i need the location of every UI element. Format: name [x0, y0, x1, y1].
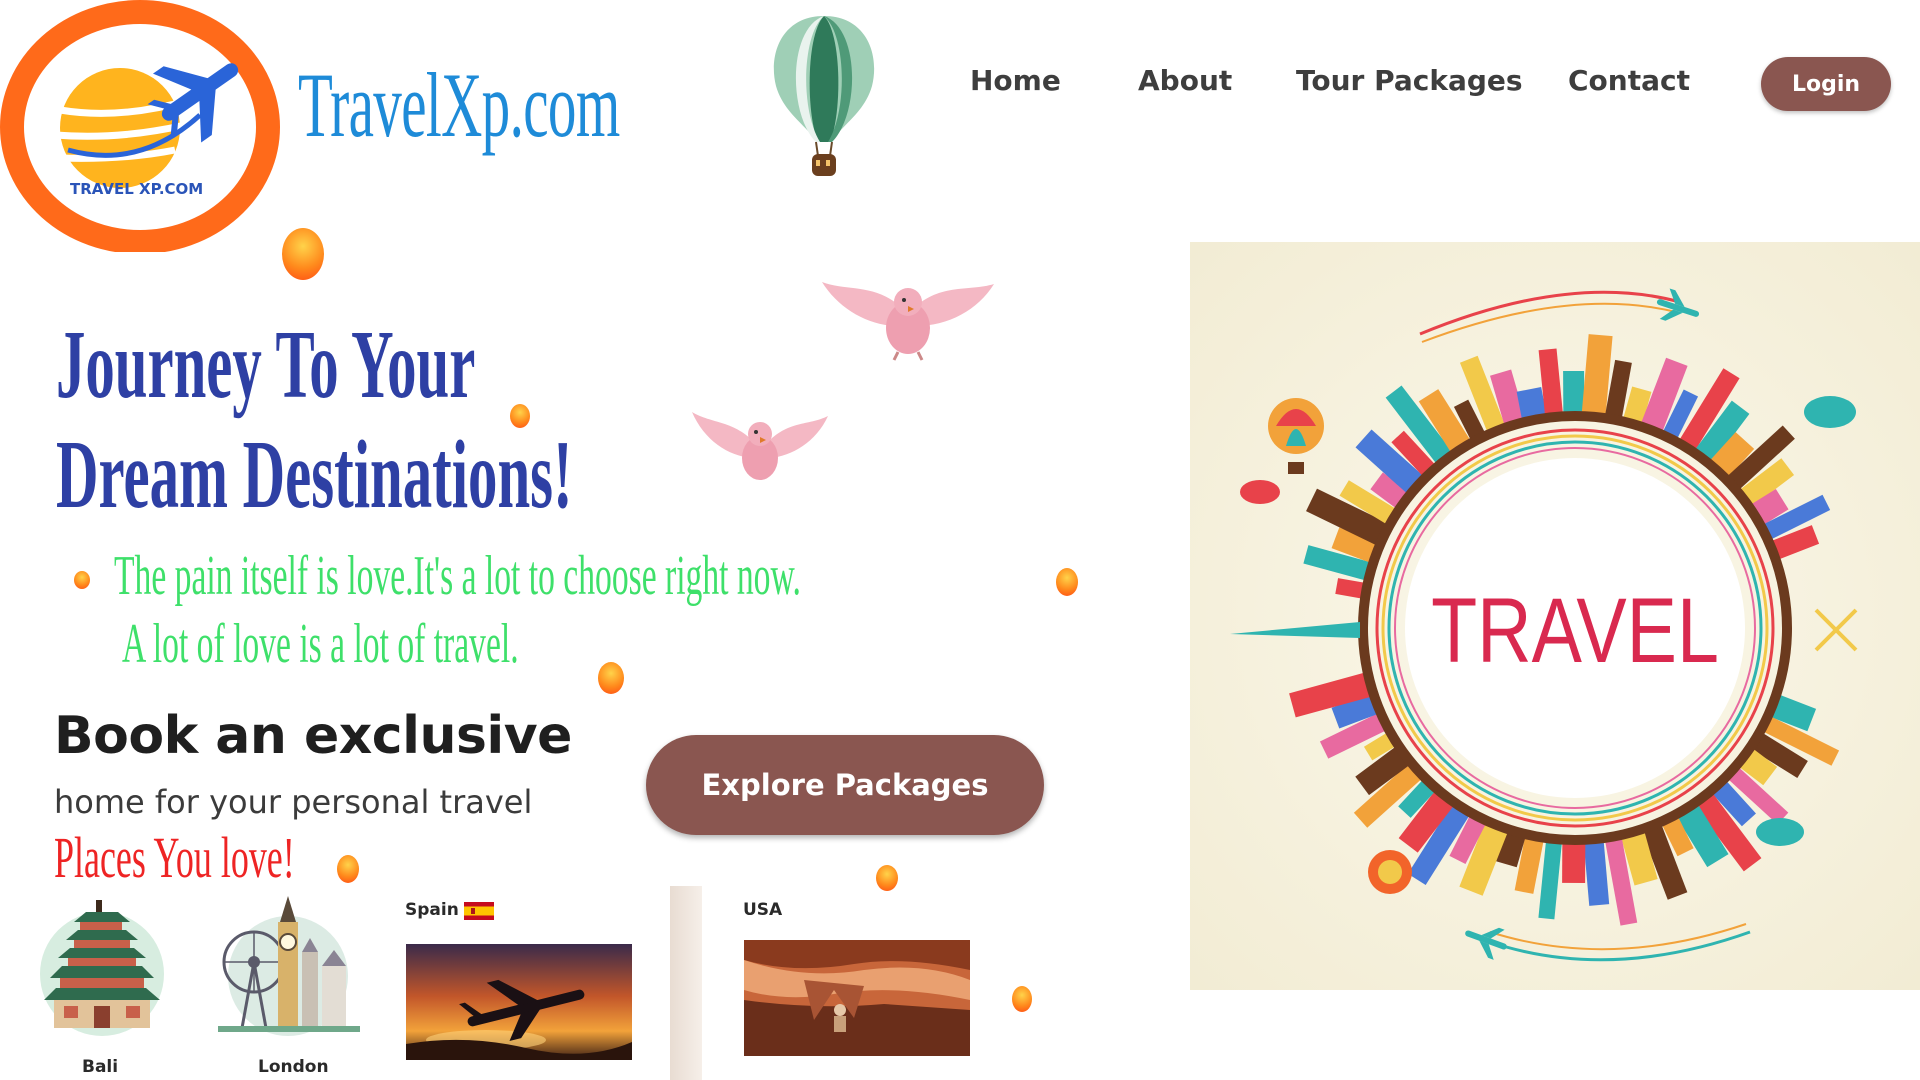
spain-flag-icon — [464, 902, 494, 920]
hot-air-balloon-icon — [773, 16, 875, 176]
orange-dot — [282, 228, 324, 280]
explore-packages-button[interactable]: Explore Packages — [646, 735, 1044, 835]
orange-dot — [337, 855, 359, 883]
nav-home[interactable]: Home — [970, 64, 1061, 97]
logo-badge-icon — [0, 0, 280, 254]
tagline-line-1: The pain itself is love.It's a lot to ch… — [114, 545, 801, 607]
tagline-line-2: A lot of love is a lot of travel. — [122, 613, 519, 675]
headline-line-2: Dream Destinations! — [56, 421, 573, 529]
carousel-divider — [670, 886, 702, 1080]
orange-dot — [598, 662, 624, 694]
nav-contact[interactable]: Contact — [1568, 64, 1690, 97]
spain-airplane-photo[interactable] — [406, 944, 632, 1060]
destination-label-bali[interactable]: Bali — [82, 1057, 118, 1077]
orange-dot — [1012, 986, 1032, 1012]
pink-bird-icon — [692, 412, 828, 480]
headline-line-1: Journey To Your — [56, 311, 476, 419]
london-landmarks-icon[interactable] — [218, 892, 360, 1042]
destination-label-usa[interactable]: USA — [743, 900, 782, 920]
bali-temple-icon[interactable] — [34, 892, 168, 1042]
bullet-dot — [74, 571, 90, 589]
destination-label-spain[interactable]: Spain — [405, 900, 459, 920]
skyline-building — [1538, 838, 1563, 920]
orange-dot — [876, 865, 898, 891]
orange-dot — [1056, 568, 1078, 596]
skyline-building — [1563, 370, 1585, 417]
book-subtitle: home for your personal travel — [54, 783, 533, 821]
destination-label-london[interactable]: London — [258, 1057, 329, 1077]
login-button[interactable]: Login — [1761, 57, 1891, 111]
book-title: Book an exclusive — [54, 706, 572, 766]
usa-canyon-photo[interactable] — [744, 940, 970, 1056]
travel-illustration-card: TRAVEL — [1190, 242, 1920, 990]
travel-text: TRAVEL — [1431, 579, 1719, 682]
logo-badge-text: TRAVEL XP.COM — [70, 180, 204, 198]
nav-tour-packages[interactable]: Tour Packages — [1296, 64, 1523, 97]
travel-globe-illustration: TRAVEL — [1230, 288, 1858, 962]
site-logo[interactable]: TRAVEL XP.COM — [0, 0, 284, 254]
places-you-love-heading: Places You love! — [54, 825, 295, 890]
site-title[interactable]: TravelXp.com — [298, 52, 620, 158]
nav-about[interactable]: About — [1138, 64, 1232, 97]
skyline-building — [1583, 838, 1610, 906]
skyline-building — [1562, 839, 1586, 884]
pink-bird-icon — [822, 282, 994, 361]
